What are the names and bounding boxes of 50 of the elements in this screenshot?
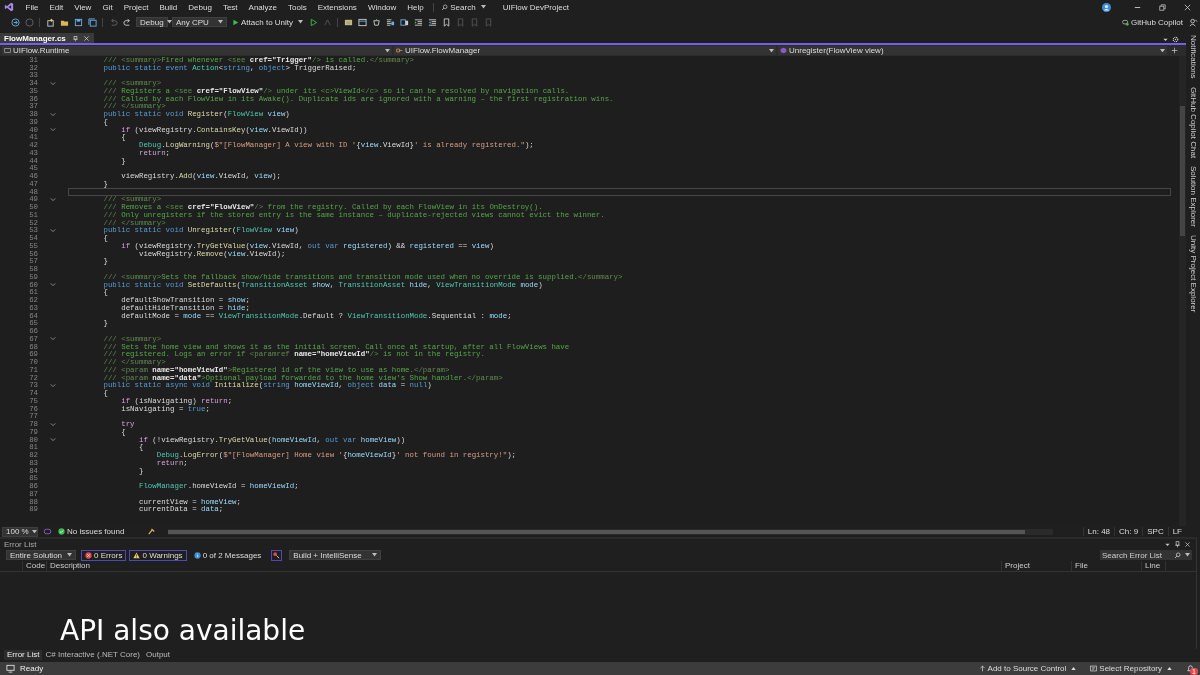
document-tab[interactable]: FlowManager.cs [0,33,94,43]
errors-filter[interactable]: 0 Errors [81,549,127,561]
solution-title: UIFlow DevProject [502,2,569,12]
column-header[interactable]: File [1071,561,1141,571]
warnings-filter[interactable]: 0 Warnings [129,549,187,561]
side-tab[interactable]: Solution Explorer [1188,165,1198,227]
issues-indicator[interactable]: No issues found [58,527,125,536]
search-field[interactable]: Search Error List [1100,550,1192,560]
scope-dropdown[interactable]: Entire Solution [6,550,76,560]
side-tab[interactable]: GitHub Copilot Chat [1188,86,1198,158]
copilot-button[interactable]: GitHub Copilot [1118,17,1186,27]
project-dropdown[interactable]: UIFlow.Runtime [2,46,392,55]
source-dropdown[interactable]: Build + IntelliSense [289,550,382,560]
spacing-indicator[interactable]: SPC [1142,527,1168,536]
source-control-button[interactable]: Add to Source Control [975,664,1080,673]
menu-item[interactable]: Window [362,2,402,12]
panel-tab[interactable]: Output [143,649,173,660]
menu-item[interactable]: File [20,2,44,12]
menu-item[interactable]: Build [154,2,183,12]
side-tab[interactable]: Unity Project Explorer [1188,234,1198,312]
zoom-dropdown[interactable]: 100 % [2,526,38,537]
menu-item[interactable]: Tools [282,2,313,12]
member-dropdown[interactable]: Unregister(FlowView view) [778,46,1167,55]
panel-tab[interactable]: C# Interactive (.NET Core) [42,649,143,660]
column-header[interactable]: Description [46,561,1001,571]
menu-item[interactable]: Extensions [312,2,363,12]
column-header[interactable]: Code [22,561,46,571]
type-dropdown[interactable]: UIFlow.FlowManager [394,46,776,55]
menu-item[interactable]: Project [118,2,155,12]
platform-dropdown[interactable]: Any CPU [172,17,227,27]
menu-item[interactable]: Debug [182,2,218,12]
caption-text: API also available [60,614,306,647]
search-button[interactable]: Search [438,2,489,12]
run-button[interactable]: Attach to Unity [229,17,307,27]
menu-item[interactable]: View [68,2,97,12]
menu-item[interactable]: Help [401,2,430,12]
menu-item[interactable]: Test [217,2,244,12]
column-indicator[interactable]: Ch: 9 [1114,527,1143,536]
menu-item[interactable]: Git [96,2,119,12]
menu-item[interactable]: Edit [43,2,69,12]
panel-tab[interactable]: Error List [4,649,43,660]
side-tab[interactable]: Notifications [1188,35,1198,79]
line-indicator[interactable]: Ln: 48 [1082,527,1115,536]
menu-item[interactable]: Analyze [243,2,283,12]
status-text: Ready [20,664,44,673]
panel-title: Error List [4,539,37,549]
repository-button[interactable]: Select Repository [1087,664,1175,673]
messages-filter[interactable]: 0 of 2 Messages [189,549,266,561]
column-header[interactable]: Line [1141,561,1165,571]
column-header[interactable]: Project [1001,561,1071,571]
